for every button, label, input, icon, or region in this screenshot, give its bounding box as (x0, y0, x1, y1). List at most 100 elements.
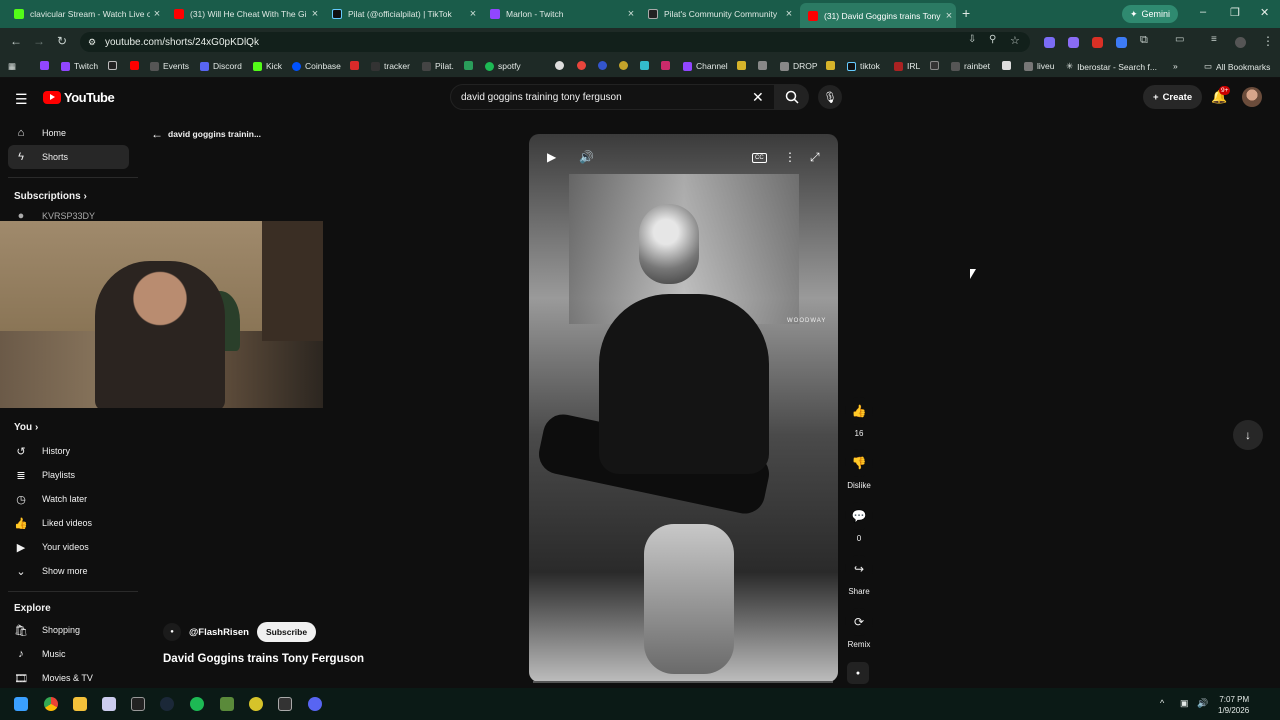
close-tab-icon[interactable]: × (624, 8, 638, 20)
network-icon[interactable]: ▣ (1180, 698, 1189, 709)
discord-icon[interactable] (308, 697, 322, 711)
sidebar-item-your-videos[interactable]: ▶ Your videos (8, 535, 129, 559)
spotify-icon[interactable] (190, 697, 204, 711)
epic-games-icon[interactable] (131, 697, 145, 711)
bookmark-x[interactable] (108, 61, 117, 70)
gemini-button[interactable]: ✦ Gemini (1122, 5, 1179, 23)
extension-icon[interactable] (1068, 37, 1079, 48)
close-tab-icon[interactable]: × (466, 8, 480, 20)
dislike-action[interactable]: 👎 Dislike (843, 449, 875, 490)
bookmark-site[interactable] (640, 61, 649, 70)
bookmark-twitch[interactable]: Twitch (61, 61, 98, 71)
like-action[interactable]: 👍 16 (843, 397, 875, 438)
sidebar-item-shorts[interactable]: ϟ Shorts (8, 145, 129, 169)
bookmark-channel[interactable]: Channel (683, 61, 728, 71)
sidebar-item-movies-tv[interactable]: 🎞 Movies & TV (8, 666, 129, 690)
back-icon[interactable]: ← (10, 34, 22, 48)
bookmark-twitch[interactable] (40, 61, 49, 70)
share-icon[interactable]: ↪ (845, 555, 873, 583)
bookmarks-overflow-icon[interactable]: » (1173, 61, 1178, 71)
youtube-logo[interactable]: YouTube (43, 90, 115, 105)
extension-icon[interactable] (1044, 37, 1055, 48)
app-icon[interactable] (102, 697, 116, 711)
bookmark-kick[interactable]: Kick (253, 61, 282, 71)
browser-menu-icon[interactable]: ⋮ (1262, 34, 1274, 48)
apps-icon[interactable]: ▦ (8, 61, 16, 72)
sidebar-item-history[interactable]: ↺ History (8, 439, 129, 463)
speaker-icon[interactable]: 🔊 (1197, 698, 1208, 709)
search-input[interactable]: david goggins training tony ferguson (450, 84, 775, 110)
bookmark-drop[interactable]: DROP (780, 61, 818, 71)
bookmark-discord[interactable]: Discord (200, 61, 242, 71)
app-icon[interactable] (249, 697, 263, 711)
sidebar-item-music[interactable]: ♪ Music (8, 642, 129, 666)
captions-icon[interactable]: CC (752, 153, 767, 163)
sidebar-you-heading[interactable]: You › (14, 422, 38, 433)
hamburger-menu-icon[interactable]: ☰ (15, 91, 28, 108)
tab-tiktok[interactable]: Pilat (@officialpilat) | TikTok × (324, 4, 480, 24)
media-icon[interactable]: ≡ (1211, 34, 1217, 45)
tab-will-he-cheat[interactable]: (31) Will He Cheat With The Gi × (166, 4, 322, 24)
tray-chevron-icon[interactable]: ^ (1160, 698, 1164, 708)
more-options-icon[interactable]: ⋮ (784, 150, 796, 164)
sidebar-subscriptions-heading[interactable]: Subscriptions › (14, 191, 87, 202)
tab-goggins-active[interactable]: (31) David Goggins trains Tony × (800, 3, 956, 28)
steam-icon[interactable] (160, 697, 174, 711)
bookmark-rainbet[interactable]: rainbet (951, 61, 990, 71)
bookmark-tiktok[interactable]: tiktok (847, 61, 880, 71)
close-tab-icon[interactable]: × (942, 10, 956, 22)
remix-icon[interactable]: ⟳ (845, 608, 873, 636)
back-arrow-icon[interactable]: ← (151, 127, 163, 141)
fullscreen-icon[interactable]: ⤢ (810, 150, 820, 165)
next-short-arrow-icon[interactable]: ↓ (1233, 420, 1263, 450)
video-progress-bar[interactable] (533, 681, 833, 683)
thumbs-down-icon[interactable]: 👎 (845, 449, 873, 477)
bookmark-events[interactable]: Events (150, 61, 189, 71)
bookmark-site[interactable] (758, 61, 767, 70)
sidebar-item-shopping[interactable]: 🛍 Shopping (8, 618, 129, 642)
forward-icon[interactable]: → (33, 34, 45, 48)
channel-avatar[interactable]: ● (163, 623, 181, 641)
close-tab-icon[interactable]: × (150, 8, 164, 20)
sidebar-item-watch-later[interactable]: ◷ Watch later (8, 487, 129, 511)
sidebar-item-show-more[interactable]: ⌄ Show more (8, 559, 129, 583)
bookmark-site[interactable] (1002, 61, 1011, 70)
sidebar-item-liked-videos[interactable]: 👍 Liked videos (8, 511, 129, 535)
bookmark-irl[interactable]: IRL (894, 61, 920, 71)
bookmark-green[interactable] (464, 61, 473, 70)
all-bookmarks[interactable]: ▭ All Bookmarks (1204, 61, 1270, 72)
install-icon[interactable]: ⇩ (968, 34, 976, 45)
comment-icon[interactable]: 💬 (845, 502, 873, 530)
file-explorer-icon[interactable] (73, 697, 87, 711)
account-avatar[interactable] (1242, 87, 1262, 107)
bookmark-site[interactable] (826, 61, 835, 70)
close-tab-icon[interactable]: × (308, 8, 322, 20)
extensions-puzzle-icon[interactable]: ⧉ (1140, 34, 1148, 47)
restore-button[interactable]: ❐ (1230, 6, 1240, 19)
bookmark-star-icon[interactable]: ☆ (1010, 34, 1020, 47)
windows-start-icon[interactable] (14, 697, 28, 711)
share-action[interactable]: ↪ Share (843, 555, 875, 596)
zoom-icon[interactable]: ⚲ (989, 34, 996, 45)
taskbar-clock[interactable]: 7:07 PM 1/9/2026 (1218, 694, 1249, 716)
reading-mode-icon[interactable]: ▭ (1175, 34, 1184, 45)
thumbs-up-icon[interactable]: 👍 (845, 397, 873, 425)
profile-icon[interactable] (1235, 37, 1246, 48)
voice-search-button[interactable]: 🎙 (818, 85, 842, 109)
bookmark-pilat[interactable]: Pilat. (422, 61, 454, 71)
close-window-button[interactable]: ✕ (1260, 6, 1269, 19)
short-video-player[interactable]: WOODWAY (529, 134, 838, 682)
new-tab-button[interactable]: + (962, 5, 970, 21)
reload-icon[interactable]: ↻ (57, 34, 67, 48)
bookmark-site[interactable] (577, 61, 586, 70)
tab-marlon-twitch[interactable]: Marlon - Twitch × (482, 4, 638, 24)
minimize-button[interactable]: – (1200, 6, 1206, 18)
close-tab-icon[interactable]: × (782, 8, 796, 20)
bookmark-coinbase[interactable]: Coinbase (292, 61, 341, 71)
volume-icon[interactable]: 🔊 (579, 150, 594, 164)
sidebar-item-home[interactable]: ⌂ Home (8, 121, 129, 145)
search-button[interactable] (775, 84, 809, 110)
bookmark-tracker[interactable]: tracker (371, 61, 410, 71)
bookmark-site[interactable] (737, 61, 746, 70)
bookmark-youtube[interactable] (130, 61, 139, 70)
